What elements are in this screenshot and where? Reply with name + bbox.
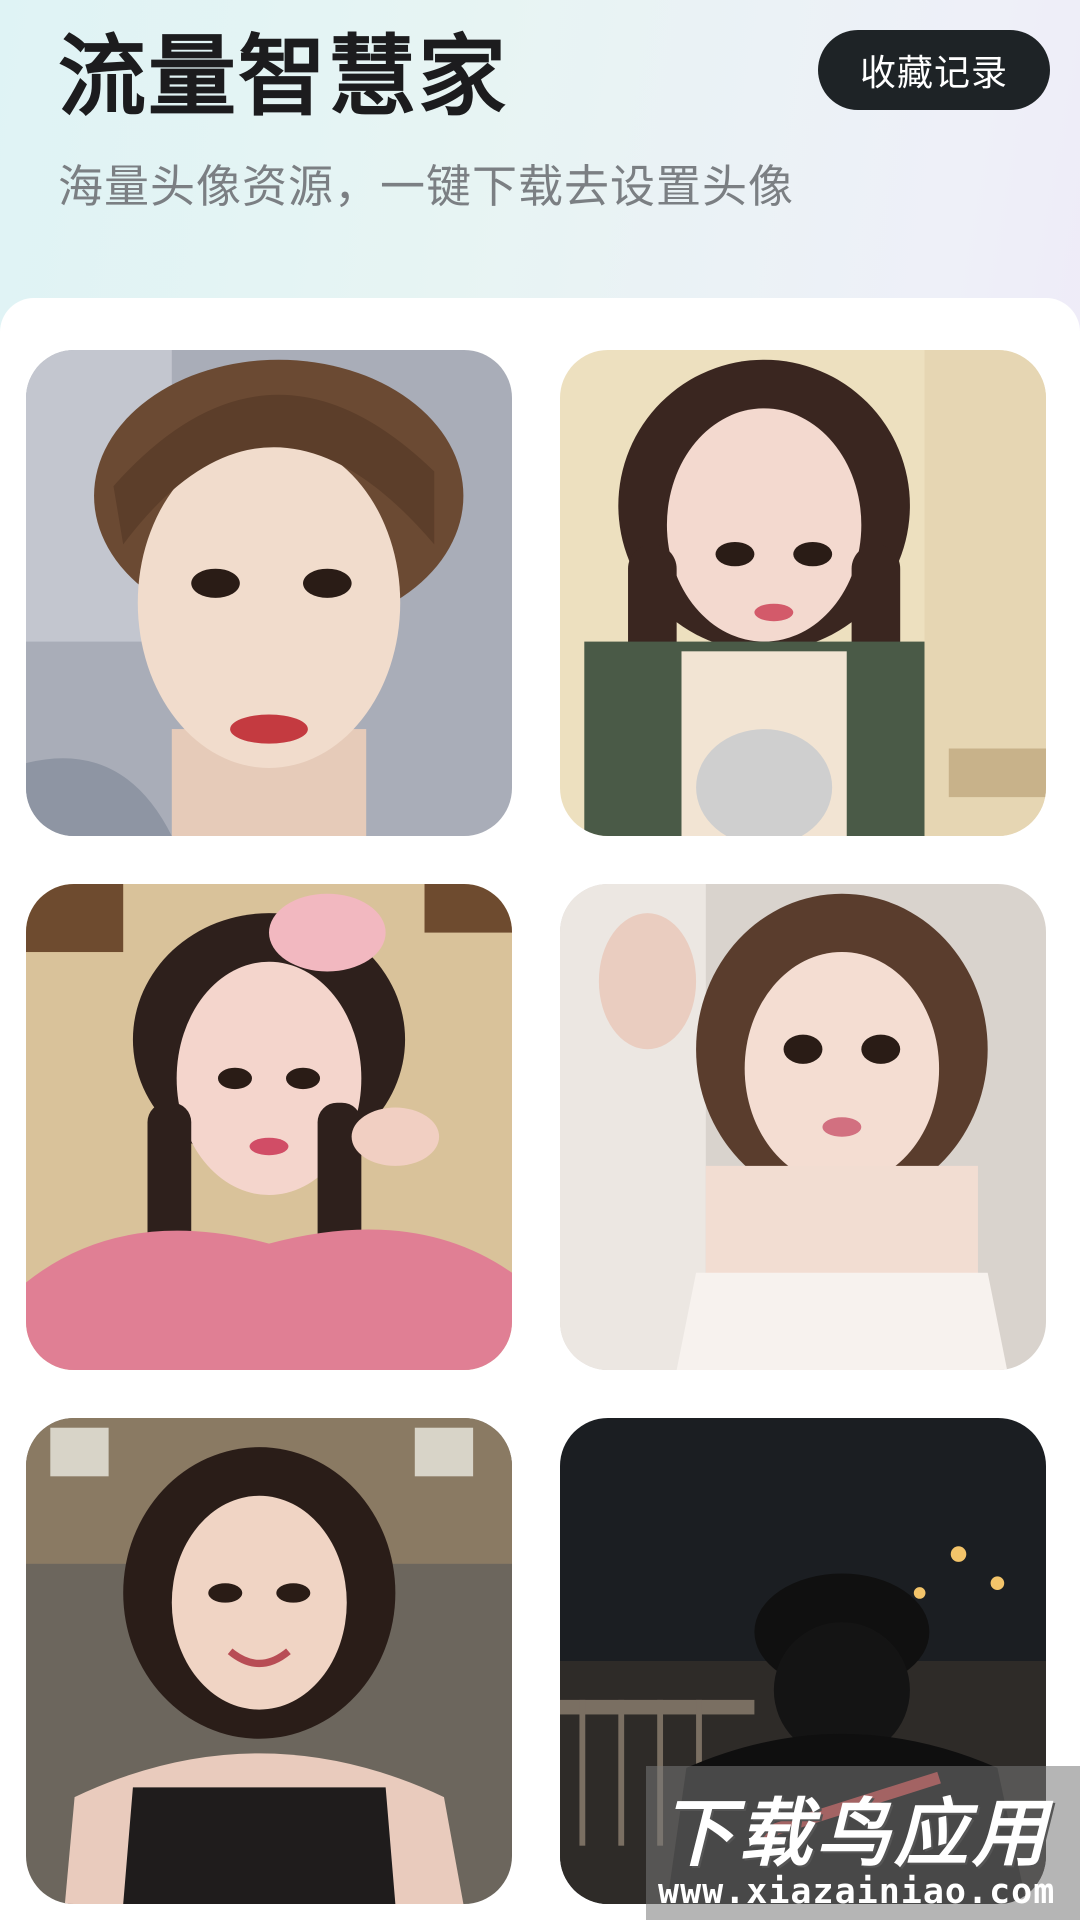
favorites-record-button[interactable]: 收藏记录 — [818, 30, 1050, 110]
avatar-image — [26, 884, 512, 1370]
avatar-card[interactable] — [560, 884, 1046, 1370]
avatar-image — [560, 350, 1046, 836]
page: 流量智慧家 收藏记录 海量头像资源，一键下载去设置头像 下载鸟应用 www.xi… — [0, 0, 1080, 1920]
avatar-card[interactable] — [26, 884, 512, 1370]
watermark-url: www.xiazainiao.com — [658, 1872, 1056, 1912]
page-title: 流量智慧家 — [58, 25, 509, 128]
avatar-card[interactable] — [560, 350, 1046, 836]
avatar-card[interactable] — [26, 1418, 512, 1904]
avatar-image — [26, 1418, 512, 1904]
watermark-title: 下载鸟应用 — [660, 1791, 1050, 1877]
avatar-grid — [0, 298, 1080, 1920]
header: 流量智慧家 收藏记录 海量头像资源，一键下载去设置头像 — [0, 0, 1080, 300]
avatar-image — [560, 884, 1046, 1370]
page-subtitle: 海量头像资源，一键下载去设置头像 — [58, 160, 795, 213]
avatar-card[interactable] — [26, 350, 512, 836]
watermark: 下载鸟应用 www.xiazainiao.com — [646, 1766, 1080, 1920]
avatar-image — [26, 350, 512, 836]
